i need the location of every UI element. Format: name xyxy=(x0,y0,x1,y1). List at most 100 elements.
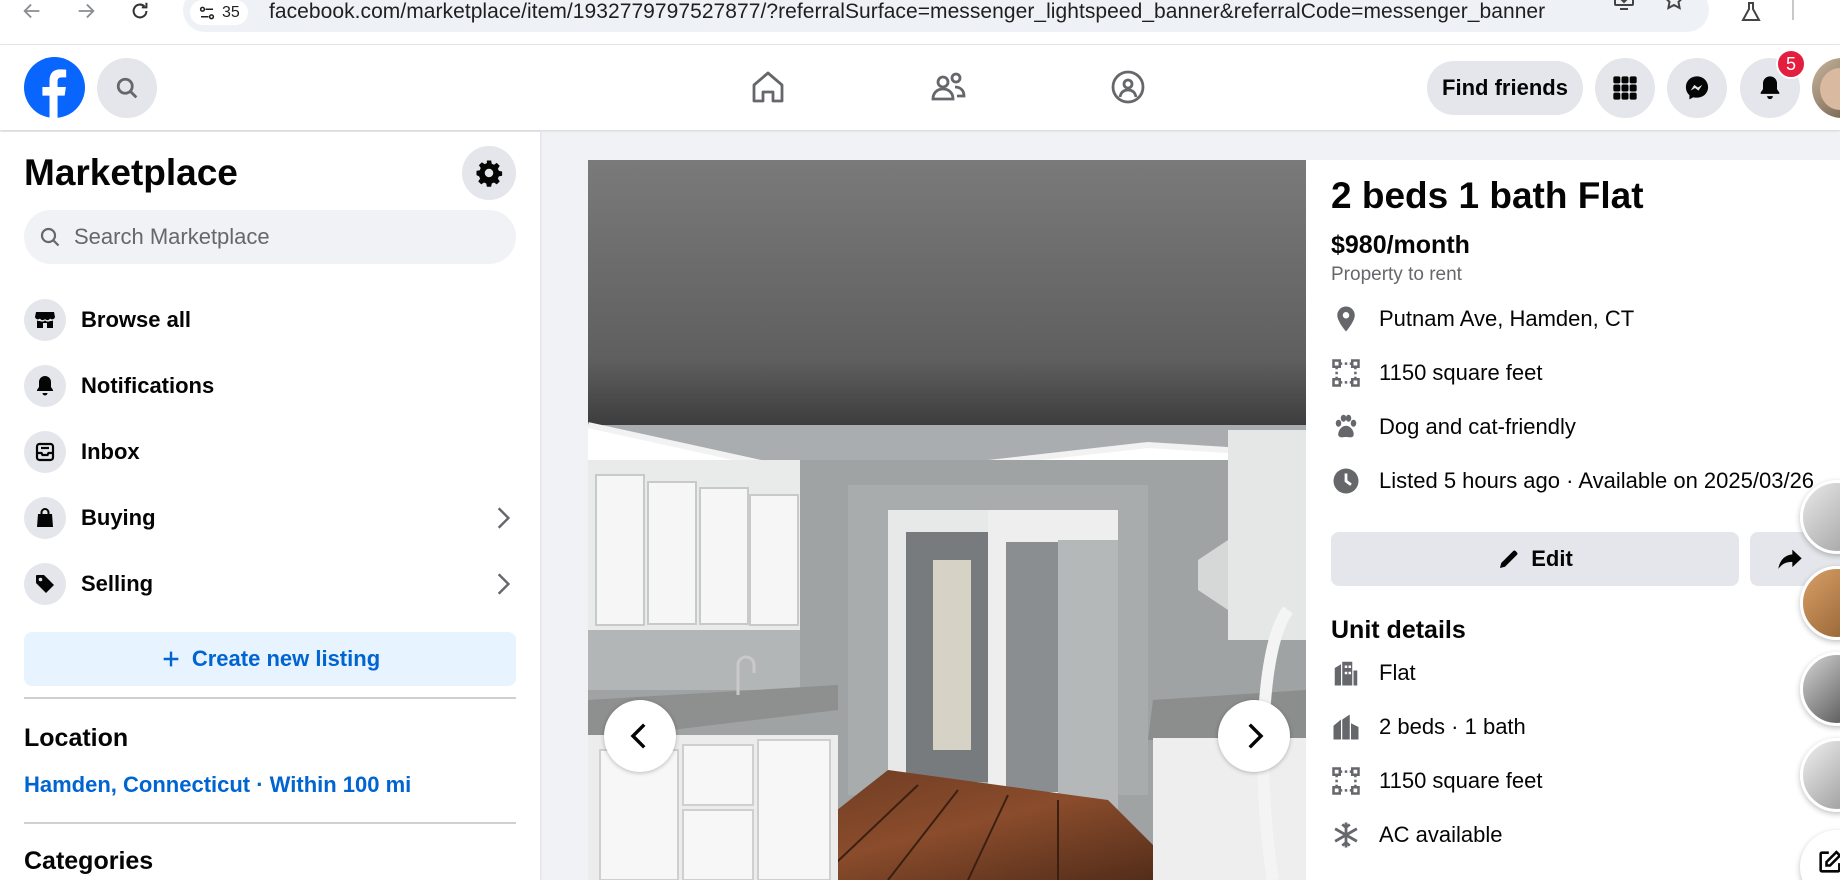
messenger-icon xyxy=(1685,76,1709,100)
unit-detail-text: 2 beds · 1 bath xyxy=(1379,714,1526,739)
sidebar-item-label: Browse all xyxy=(81,307,192,332)
next-photo-button[interactable] xyxy=(1218,700,1290,772)
partial-icon xyxy=(1331,871,1361,880)
search-button[interactable] xyxy=(97,58,157,118)
page-title: Marketplace xyxy=(24,152,238,193)
building-icon xyxy=(1334,661,1358,686)
listing-title: 2 beds 1 bath Flat xyxy=(1331,175,1644,216)
menu-button[interactable] xyxy=(1595,58,1655,118)
toolbar-divider xyxy=(1792,0,1794,20)
avatar-face xyxy=(1820,68,1840,110)
sidebar-item-label: Selling xyxy=(81,571,154,596)
friends-icon[interactable] xyxy=(926,65,970,109)
categories-heading: Categories xyxy=(24,847,154,875)
browser-toolbar: 35 facebook.com/marketplace/item/1932779… xyxy=(0,0,1840,45)
search-icon xyxy=(116,77,138,99)
paw-icon xyxy=(1335,414,1357,438)
unit-detail-rooms: 2 beds · 1 bath xyxy=(1331,707,1526,747)
unit-detail-area: 1150 square feet xyxy=(1331,761,1543,801)
sidebar-item-notifications[interactable]: Notifications xyxy=(24,358,516,414)
facebook-logo-icon[interactable] xyxy=(24,57,85,118)
sidebar-item-label: Inbox xyxy=(81,439,140,464)
sidebar-item-label: Notifications xyxy=(81,373,215,398)
price-tag-icon xyxy=(24,563,66,605)
listing-photo[interactable] xyxy=(588,160,1306,880)
find-friends-button[interactable]: Find friends xyxy=(1427,61,1583,115)
sidebar-item-buying[interactable]: Buying xyxy=(24,490,516,546)
messenger-button[interactable] xyxy=(1667,58,1727,118)
site-settings-icon xyxy=(199,6,215,19)
divider xyxy=(24,822,516,824)
site-settings-chip[interactable]: 35 xyxy=(190,0,248,25)
info-text: Listed 5 hours ago · Available on 2025/0… xyxy=(1379,468,1815,493)
sidebar-item-inbox[interactable]: Inbox xyxy=(24,424,516,480)
create-listing-button[interactable]: Create new listing xyxy=(24,632,516,686)
sidebar-item-browse-all[interactable]: Browse all xyxy=(24,292,516,348)
info-text: Putnam Ave, Hamden, CT xyxy=(1379,306,1635,331)
previous-photo-button[interactable] xyxy=(604,700,676,772)
address-bar[interactable]: 35 facebook.com/marketplace/item/1932779… xyxy=(183,0,1709,32)
clock-icon xyxy=(1333,468,1359,494)
area-icon xyxy=(1332,359,1360,387)
info-area: 1150 square feet xyxy=(1331,353,1543,393)
gear-icon xyxy=(476,160,503,187)
search-icon xyxy=(40,227,60,247)
tab-count: 35 xyxy=(222,3,240,21)
shopping-bag-icon xyxy=(24,497,66,539)
divider xyxy=(24,697,516,699)
unit-detail-text: Flat xyxy=(1379,660,1416,685)
house-icon xyxy=(1333,714,1359,740)
property-type: Property to rent xyxy=(1331,264,1462,285)
groups-icon[interactable] xyxy=(1106,65,1150,109)
chevron-right-icon xyxy=(497,573,511,595)
location-heading: Location xyxy=(24,724,129,752)
labs-flask-icon[interactable] xyxy=(1736,0,1766,24)
chevron-right-icon xyxy=(497,507,511,529)
sidebar-item-selling[interactable]: Selling xyxy=(24,556,516,612)
kitchen-photo xyxy=(588,160,1306,880)
notification-badge: 5 xyxy=(1776,49,1806,79)
unit-detail-more xyxy=(1331,866,1379,880)
bell-icon xyxy=(24,365,66,407)
info-text: Dog and cat-friendly xyxy=(1379,414,1576,439)
share-arrow-icon xyxy=(1778,549,1802,569)
search-input[interactable] xyxy=(74,224,474,250)
inbox-icon xyxy=(24,431,66,473)
bookmark-star-icon[interactable] xyxy=(1659,0,1689,12)
snowflake-icon xyxy=(1334,822,1358,848)
edit-button[interactable]: Edit xyxy=(1331,532,1739,586)
location-link[interactable]: Hamden, Connecticut · Within 100 mi xyxy=(24,772,411,798)
avatar[interactable] xyxy=(1812,58,1840,118)
area-icon xyxy=(1332,767,1360,795)
plus-icon xyxy=(163,651,179,667)
info-location: Putnam Ave, Hamden, CT xyxy=(1331,299,1634,339)
forward-arrow-icon[interactable] xyxy=(72,0,100,22)
back-arrow-icon[interactable] xyxy=(18,0,46,22)
reload-icon[interactable] xyxy=(126,0,154,22)
marketplace-sidebar: Marketplace Browse all Notifications Inb… xyxy=(0,132,540,880)
storefront-icon xyxy=(24,299,66,341)
compose-icon xyxy=(1819,850,1840,873)
listing-details: 2 beds 1 bath Flat $980/month Property t… xyxy=(1306,160,1840,880)
info-pets: Dog and cat-friendly xyxy=(1331,407,1576,447)
install-app-icon[interactable] xyxy=(1609,0,1639,12)
facebook-header: Find friends 5 xyxy=(0,45,1840,130)
unit-details-heading: Unit details xyxy=(1331,616,1466,644)
edit-label: Edit xyxy=(1531,546,1573,571)
info-listed: Listed 5 hours ago · Available on 2025/0… xyxy=(1331,461,1814,501)
chevron-left-icon xyxy=(630,723,646,749)
unit-detail-text: AC available xyxy=(1379,822,1503,847)
marketplace-search[interactable] xyxy=(24,210,516,264)
unit-detail-type: Flat xyxy=(1331,653,1416,693)
menu-grid-icon xyxy=(1613,76,1637,100)
home-icon[interactable] xyxy=(746,65,790,109)
settings-button[interactable] xyxy=(462,146,516,200)
unit-detail-ac: AC available xyxy=(1331,815,1503,855)
listing-price: $980/month xyxy=(1331,231,1470,259)
location-pin-icon xyxy=(1337,306,1355,332)
create-listing-label: Create new listing xyxy=(191,646,381,671)
bell-icon xyxy=(1760,76,1780,100)
unit-detail-text: 1150 square feet xyxy=(1379,768,1543,793)
chevron-right-icon xyxy=(1248,723,1264,749)
url-text[interactable]: facebook.com/marketplace/item/1932779797… xyxy=(269,0,1545,24)
